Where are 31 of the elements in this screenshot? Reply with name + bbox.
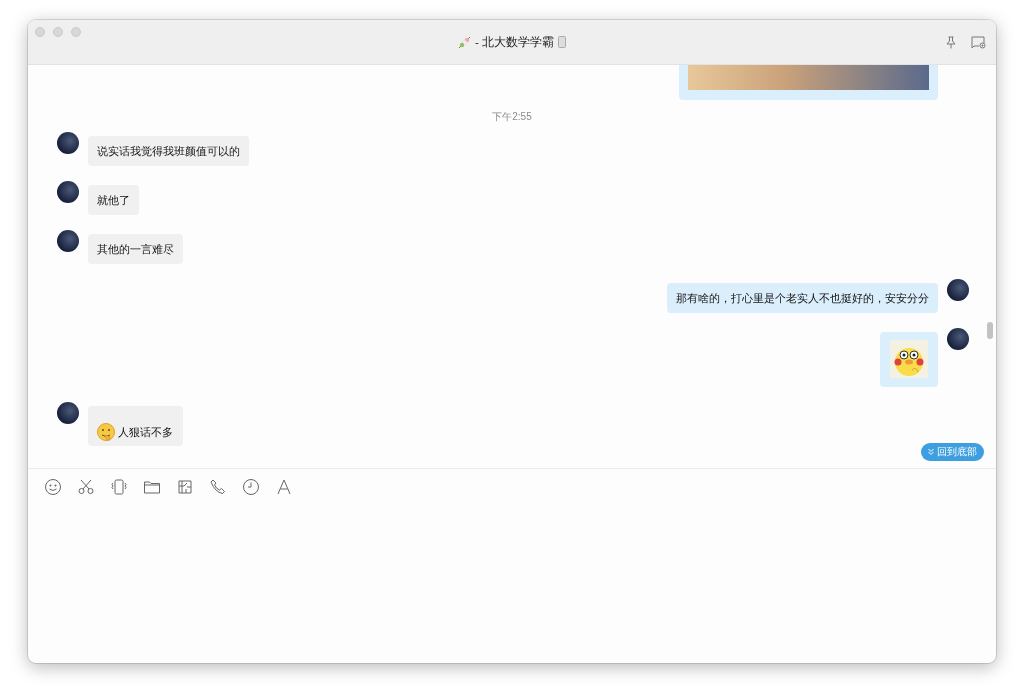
dango-icon (458, 35, 471, 49)
avatar[interactable] (57, 132, 79, 154)
folder-icon[interactable] (143, 478, 161, 496)
avatar[interactable] (57, 230, 79, 252)
chat-window-icon[interactable] (971, 36, 986, 49)
call-icon[interactable] (209, 478, 227, 496)
double-chevron-down-icon (927, 448, 935, 456)
pin-icon[interactable] (945, 36, 957, 49)
scrollbar-thumb[interactable] (987, 322, 993, 339)
clock-icon[interactable] (242, 478, 260, 496)
jump-to-bottom-button[interactable]: 回到底部 (921, 443, 984, 461)
screenshot-icon[interactable] (176, 478, 194, 496)
message-text: 人狠话不多 (118, 425, 173, 439)
timestamp: 下午2:55 (492, 110, 532, 124)
sticker-bubble[interactable] (880, 332, 938, 387)
emoji-icon (97, 423, 115, 441)
message-bubble: 其他的一言难尽 (88, 234, 183, 264)
avatar[interactable] (947, 328, 969, 350)
window-title: - 北大数学学霸 (475, 34, 554, 50)
avatar[interactable] (57, 402, 79, 424)
message-bubble: 就他了 (88, 185, 139, 215)
duck-sticker-drawing (890, 340, 928, 378)
message-bubble: 那有啥的，打心里是个老实人不也挺好的，安安分分 (667, 283, 938, 313)
phone-vibrate-icon[interactable] (110, 478, 128, 496)
emoji-icon[interactable] (44, 478, 62, 496)
avatar[interactable] (57, 181, 79, 203)
avatar[interactable] (947, 279, 969, 301)
message-bubble: 说实话我觉得我班颜值可以的 (88, 136, 249, 166)
font-icon[interactable] (275, 478, 293, 496)
scissors-icon[interactable] (77, 478, 95, 496)
mobile-phone-icon (558, 36, 566, 48)
